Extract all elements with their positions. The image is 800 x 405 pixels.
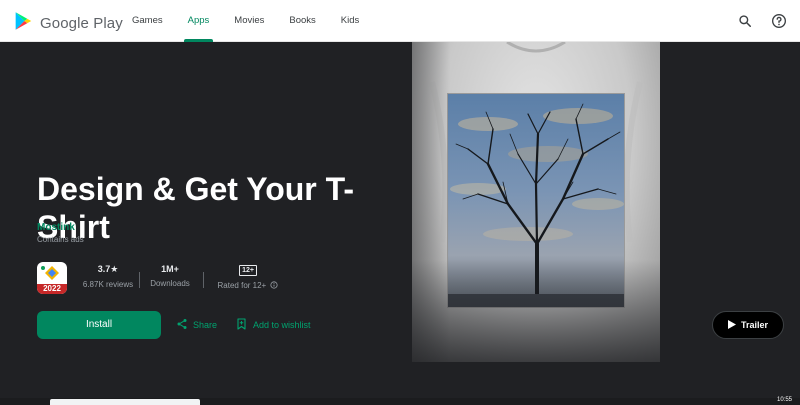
share-label: Share	[193, 320, 218, 330]
nav-kids[interactable]: Kids	[333, 0, 367, 42]
reviews-count: 6.87K reviews	[82, 280, 134, 289]
app-icon: 2022	[37, 262, 67, 294]
trailer-button[interactable]: Trailer	[712, 311, 784, 339]
nav-movies[interactable]: Movies	[226, 0, 272, 42]
nav-books[interactable]: Books	[281, 0, 323, 42]
nav-games[interactable]: Games	[124, 0, 171, 42]
taskbar-clock: 10:55	[776, 397, 792, 403]
content-rating-stat[interactable]: 12+ Rated for 12+	[210, 264, 286, 291]
taskbar-search-box[interactable]	[50, 399, 200, 405]
wishlist-label: Add to wishlist	[253, 320, 311, 330]
app-title: Design & Get Your T-Shirt	[37, 171, 355, 245]
downloads-stat: 1M+ Downloads	[142, 264, 198, 288]
app-hero: Design & Get Your T-Shirt	[0, 42, 800, 405]
stat-divider	[139, 272, 140, 288]
rating-stat[interactable]: 3.7★ 6.87K reviews	[76, 264, 140, 289]
share-button[interactable]: Share	[176, 318, 217, 332]
help-icon[interactable]	[770, 12, 788, 30]
content-rating-badge: 12+	[239, 265, 257, 276]
install-button[interactable]: Install	[37, 311, 161, 339]
stat-divider	[203, 272, 204, 288]
contains-ads-label: Contains ads	[37, 235, 84, 244]
nav-apps[interactable]: Apps	[180, 0, 218, 42]
share-icon	[176, 318, 188, 332]
header-actions	[736, 12, 788, 30]
rating-value: 3.7★	[97, 264, 119, 274]
top-app-bar: Google Play Games Apps Movies Books Kids	[0, 0, 800, 42]
google-play-logo[interactable]: Google Play	[12, 10, 123, 37]
downloads-value: 1M+	[161, 264, 179, 274]
add-to-wishlist-button[interactable]: Add to wishlist	[236, 318, 311, 332]
content-rating-label: Rated for 12+	[217, 281, 267, 291]
bookmark-add-icon	[236, 318, 247, 332]
info-icon[interactable]	[270, 281, 279, 291]
app-icon-year-badge: 2022	[37, 284, 67, 294]
search-icon[interactable]	[736, 12, 754, 30]
play-store-icon	[12, 10, 34, 37]
top-nav: Games Apps Movies Books Kids	[124, 0, 376, 42]
trailer-label: Trailer	[740, 320, 769, 330]
play-icon	[727, 319, 736, 331]
developer-link[interactable]: Mostink	[37, 222, 75, 233]
brand-name: Google Play	[40, 15, 123, 32]
downloads-label: Downloads	[150, 279, 190, 288]
